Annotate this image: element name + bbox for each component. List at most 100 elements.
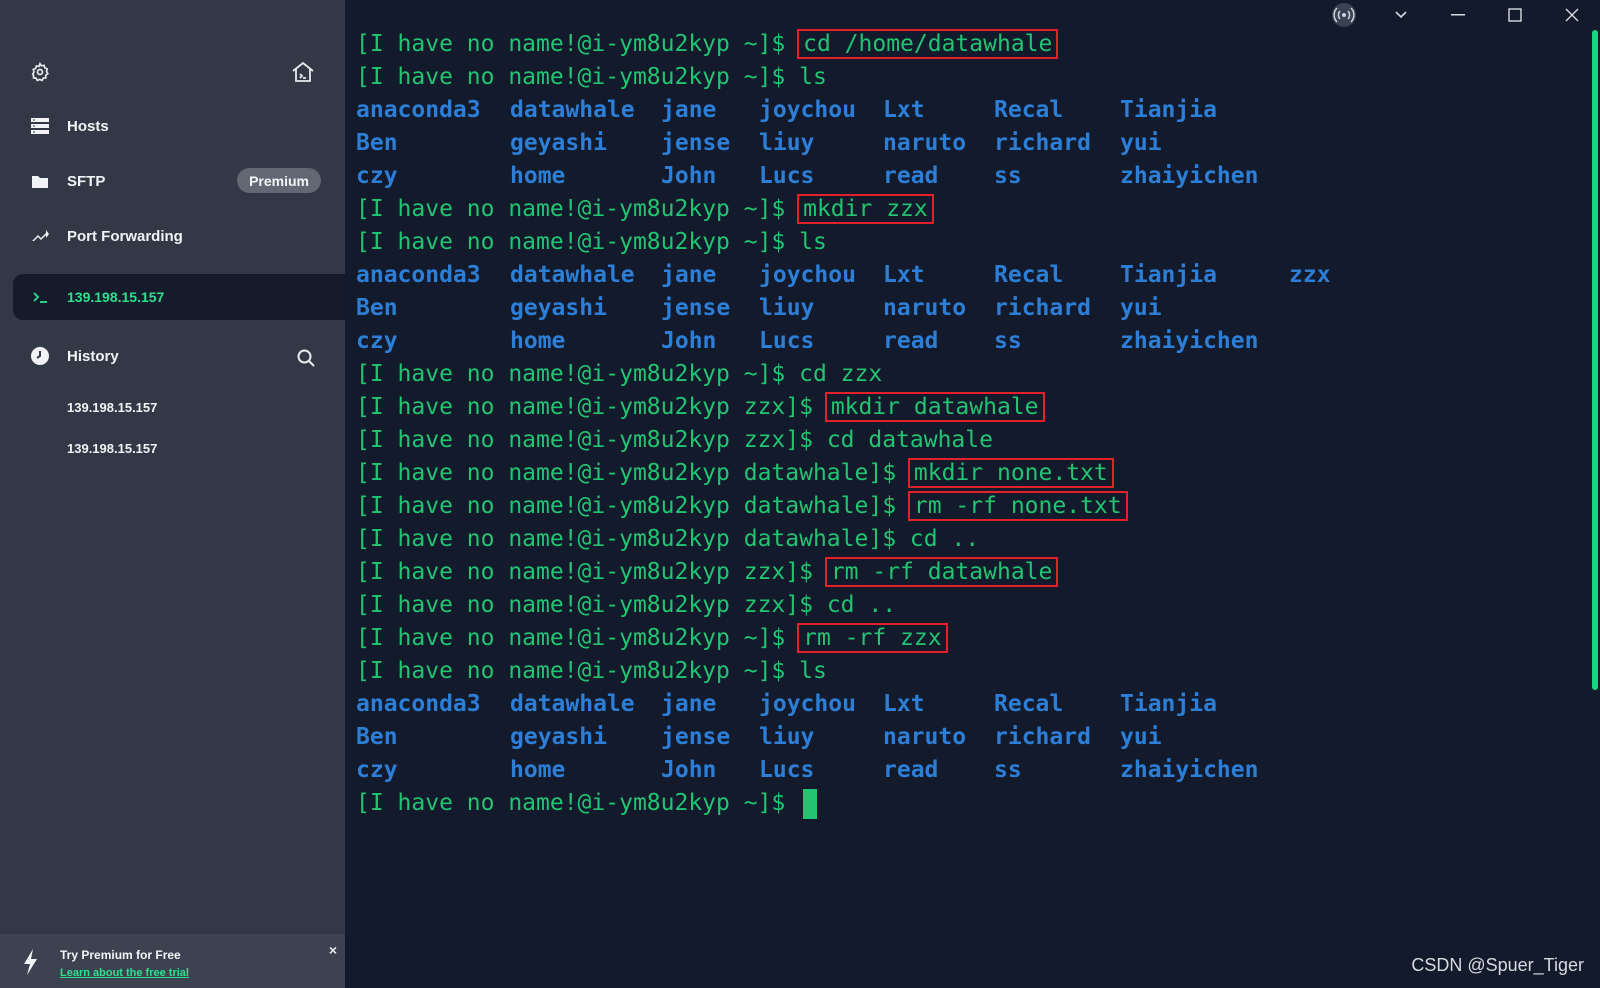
directory-entry: jense: [661, 724, 731, 750]
history-entry[interactable]: 139.198.15.157: [67, 400, 157, 415]
command-line: [I have no name!@i-ym8u2kyp zzx]$ cd dat…: [356, 424, 1126, 457]
directory-entry: naruto: [883, 295, 967, 321]
directory-entry: Recal: [994, 97, 1064, 123]
command-text: cd ..: [826, 592, 897, 618]
shell-prompt: [I have no name!@i-ym8u2kyp ~]$: [356, 658, 800, 684]
shell-prompt: [I have no name!@i-ym8u2kyp zzx]$: [356, 559, 827, 585]
port-forwarding-icon: [28, 224, 52, 248]
directory-entry: datawhale: [510, 262, 635, 288]
chevron-down-icon[interactable]: [1372, 0, 1429, 30]
command-text: cd datawhale: [826, 427, 993, 453]
directory-entry: Recal: [994, 262, 1064, 288]
shell-prompt: [I have no name!@i-ym8u2kyp ~]$: [356, 196, 800, 222]
highlighted-command: rm -rf zzx: [797, 623, 948, 653]
ls-output-row: anaconda3 datawhale jane joychou Lxt Recal Tia…: [356, 259, 1331, 292]
command-line: [I have no name!@i-ym8u2kyp zzx]$ rm -rf…: [356, 556, 1126, 589]
maximize-icon[interactable]: [1486, 0, 1543, 30]
close-icon[interactable]: [1543, 0, 1600, 30]
directory-entry: ss: [994, 163, 1022, 189]
directory-entry: joychou: [759, 262, 856, 288]
directory-entry: zzx: [1289, 262, 1331, 288]
ls-output-row: czy home John Lucs read ss zhaiyichen: [356, 325, 1258, 358]
highlighted-command: rm -rf datawhale: [824, 557, 1059, 587]
command-line: [I have no name!@i-ym8u2kyp ~]$ mkdir zz…: [356, 193, 1126, 226]
ls-output-row: anaconda3 datawhale jane joychou Lxt Recal Tia…: [356, 94, 1217, 127]
shell-prompt: [I have no name!@i-ym8u2kyp ~]$: [356, 64, 800, 90]
command-line: [I have no name!@i-ym8u2kyp datawhale]$ …: [356, 457, 1126, 490]
terminal-output: [I have no name!@i-ym8u2kyp ~]$ cd /home…: [356, 28, 1331, 820]
directory-entry: home: [510, 757, 566, 783]
nav-port-forwarding-label: Port Forwarding: [67, 227, 183, 245]
shell-prompt: [I have no name!@i-ym8u2kyp ~]$: [356, 31, 800, 57]
directory-entry: richard: [994, 295, 1091, 321]
directory-entry: yui: [1120, 130, 1162, 156]
command-line: [I have no name!@i-ym8u2kyp zzx]$ cd ..: [356, 589, 1126, 622]
directory-entry: jane: [661, 691, 717, 717]
directory-entry: naruto: [883, 724, 967, 750]
broadcast-icon[interactable]: [1315, 0, 1372, 30]
command-text: cd zzx: [799, 361, 883, 387]
shell-prompt: [I have no name!@i-ym8u2kyp datawhale]$: [356, 493, 910, 519]
history-search-icon[interactable]: [294, 346, 318, 370]
directory-entry: anaconda3: [356, 97, 481, 123]
directory-entry: liuy: [759, 295, 815, 321]
directory-entry: joychou: [759, 97, 856, 123]
lightning-icon: [20, 948, 42, 976]
directory-entry: liuy: [759, 130, 815, 156]
directory-entry: home: [510, 328, 566, 354]
highlighted-command: rm -rf none.txt: [907, 491, 1128, 521]
terminal-cursor[interactable]: [803, 788, 818, 819]
nav-port-forwarding[interactable]: Port Forwarding: [0, 214, 345, 258]
directory-entry: Recal: [994, 691, 1064, 717]
highlighted-command: mkdir zzx: [797, 194, 934, 224]
directory-entry: jane: [661, 97, 717, 123]
directory-entry: zhaiyichen: [1120, 328, 1259, 354]
free-trial-link[interactable]: Learn about the free trial: [60, 967, 189, 979]
directory-entry: geyashi: [510, 724, 607, 750]
command-text: cd ..: [909, 526, 980, 552]
hosts-icon: [28, 114, 52, 138]
directory-entry: liuy: [759, 724, 815, 750]
command-line: [I have no name!@i-ym8u2kyp zzx]$ mkdir …: [356, 391, 1126, 424]
nav-hosts[interactable]: Hosts: [0, 104, 345, 148]
history-entry[interactable]: 139.198.15.157: [67, 441, 157, 456]
ls-output-row: Ben geyashi jense liuy naruto richard yui: [356, 127, 1162, 160]
directory-entry: John: [661, 328, 717, 354]
active-session-tab[interactable]: 139.198.15.157: [13, 274, 345, 320]
ls-output-row: anaconda3 datawhale jane joychou Lxt Recal Tia…: [356, 688, 1217, 721]
ls-output-row: Ben geyashi jense liuy naruto richard yui: [356, 292, 1162, 325]
directory-entry: John: [661, 757, 717, 783]
directory-entry: Lxt: [883, 691, 925, 717]
directory-entry: Ben: [356, 724, 398, 750]
nav-history-label: History: [67, 347, 119, 365]
command-text: ls: [799, 64, 827, 90]
command-line: [I have no name!@i-ym8u2kyp datawhale]$ …: [356, 490, 1128, 523]
directory-entry: czy: [356, 757, 398, 783]
directory-entry: Ben: [356, 295, 398, 321]
directory-entry: naruto: [883, 130, 967, 156]
sidebar: Hosts SFTP Premium Port Forwarding 139.1…: [0, 0, 345, 988]
directory-entry: yui: [1120, 295, 1162, 321]
shell-prompt: [I have no name!@i-ym8u2kyp zzx]$: [356, 394, 827, 420]
terminal-scrollbar[interactable]: [1592, 30, 1598, 690]
directory-entry: datawhale: [510, 97, 635, 123]
directory-entry: yui: [1120, 724, 1162, 750]
promo-close-button[interactable]: ×: [329, 942, 337, 958]
directory-entry: anaconda3: [356, 691, 481, 717]
settings-gear-icon[interactable]: [28, 60, 52, 84]
command-line: [I have no name!@i-ym8u2kyp ~]$ ls: [356, 61, 1126, 94]
premium-badge[interactable]: Premium: [237, 168, 321, 193]
shell-prompt: [I have no name!@i-ym8u2kyp zzx]$: [356, 427, 827, 453]
minimize-icon[interactable]: [1429, 0, 1486, 30]
ls-output-row: czy home John Lucs read ss zhaiyichen: [356, 754, 1258, 787]
directory-entry: datawhale: [510, 691, 635, 717]
shell-prompt: [I have no name!@i-ym8u2kyp ~]$: [356, 361, 800, 387]
home-terminal-icon[interactable]: [290, 60, 316, 84]
directory-entry: zhaiyichen: [1120, 757, 1259, 783]
terminal-pane[interactable]: [I have no name!@i-ym8u2kyp ~]$ cd /home…: [345, 0, 1600, 988]
directory-entry: read: [883, 163, 939, 189]
clock-icon: [28, 344, 52, 368]
ls-output-row: czy home John Lucs read ss zhaiyichen: [356, 160, 1258, 193]
directory-entry: Lucs: [759, 163, 815, 189]
command-text: ls: [799, 658, 827, 684]
